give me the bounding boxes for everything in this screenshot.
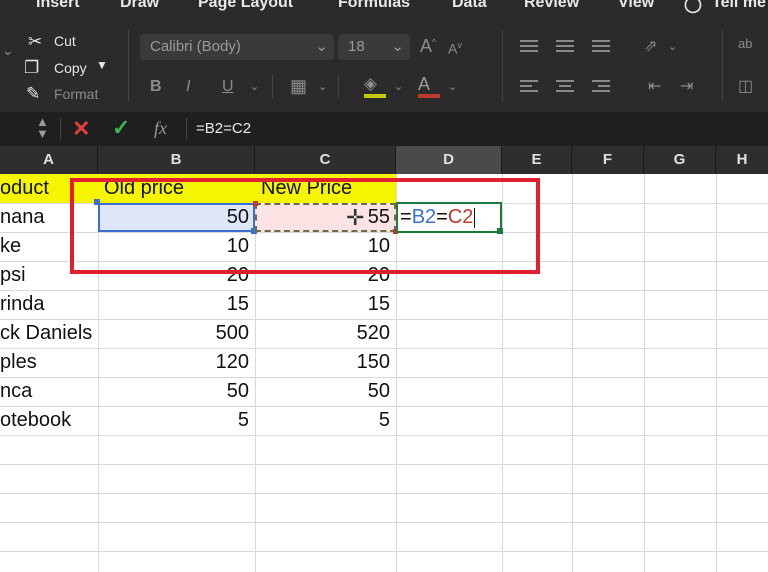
cell-c6[interactable]: 520 <box>255 319 396 348</box>
cell-c7[interactable]: 150 <box>255 348 396 377</box>
underline-button[interactable]: U <box>222 78 234 96</box>
column-header-d[interactable]: D <box>396 146 502 174</box>
underline-chevron-icon[interactable]: ⌄ <box>250 80 259 93</box>
column-header-f[interactable]: F <box>572 146 644 174</box>
cut-button[interactable]: Cut <box>54 33 76 49</box>
formula-input[interactable]: =B2=C2 <box>196 120 251 137</box>
increase-indent-icon[interactable]: ⇥ <box>680 76 693 96</box>
cell-c9[interactable]: 5 <box>255 406 396 435</box>
annotation-box <box>70 178 540 274</box>
cancel-icon[interactable]: ✕ <box>72 116 90 142</box>
gridline <box>0 522 768 523</box>
cell-b6[interactable]: 500 <box>98 319 255 348</box>
divider <box>722 30 723 102</box>
font-size-select[interactable]: 18 ⌄ <box>338 34 410 60</box>
column-header-a[interactable]: A <box>0 146 98 174</box>
gridline <box>572 174 573 572</box>
chevron-down-icon[interactable]: ⌄ <box>2 42 14 59</box>
column-header-g[interactable]: G <box>644 146 716 174</box>
divider <box>272 74 273 98</box>
borders-chevron-icon[interactable]: ⌄ <box>318 80 327 93</box>
column-header-c[interactable]: C <box>255 146 396 174</box>
column-header-b[interactable]: B <box>98 146 255 174</box>
gridline <box>716 174 717 572</box>
ribbon: Insert Draw Page Layout Formulas Data Re… <box>0 0 768 112</box>
cell-a8[interactable]: nca <box>0 377 98 406</box>
chevron-down-icon: ⌄ <box>391 38 404 55</box>
format-painter-icon: ✎ <box>26 84 41 103</box>
gridline <box>644 174 645 572</box>
decrease-font-icon[interactable]: Av <box>448 40 462 57</box>
formula-bar: ▲ ▼ ✕ ✓ fx =B2=C2 <box>0 112 768 146</box>
gridline <box>0 464 768 465</box>
divider <box>128 30 129 102</box>
lightbulb-icon[interactable]: ◯ <box>684 0 702 14</box>
cell-b9[interactable]: 5 <box>98 406 255 435</box>
enter-icon[interactable]: ✓ <box>112 115 130 141</box>
decrease-indent-icon[interactable]: ⇤ <box>648 76 661 96</box>
orientation-chevron-icon[interactable]: ⌄ <box>668 40 677 53</box>
tab-formulas[interactable]: Formulas <box>338 0 410 12</box>
cell-c5[interactable]: 15 <box>255 290 396 319</box>
tab-data[interactable]: Data <box>452 0 487 12</box>
copy-button[interactable]: Copy <box>54 60 87 76</box>
tab-page-layout[interactable]: Page Layout <box>198 0 293 12</box>
italic-button[interactable]: I <box>186 78 190 96</box>
increase-font-icon[interactable]: A^ <box>420 36 436 57</box>
column-header-e[interactable]: E <box>502 146 572 174</box>
copy-chevron-icon[interactable]: ▼ <box>96 58 108 72</box>
chevron-down-icon: ⌄ <box>315 38 328 55</box>
borders-icon[interactable]: ▦ <box>290 76 307 97</box>
fill-chevron-icon[interactable]: ⌄ <box>394 80 403 93</box>
copy-icon: ❐ <box>24 58 40 77</box>
cell-a5[interactable]: rinda <box>0 290 98 319</box>
cell-a6[interactable]: ck Daniels <box>0 319 98 348</box>
font-color-icon[interactable]: A <box>418 74 430 95</box>
font-color-swatch <box>418 94 440 98</box>
divider <box>60 118 61 140</box>
column-header-h[interactable]: H <box>716 146 768 174</box>
tab-insert[interactable]: Insert <box>36 0 80 12</box>
tab-tell-me[interactable]: Tell me <box>712 0 766 12</box>
gridline <box>0 493 768 494</box>
wrap-text-icon[interactable]: ab <box>738 36 752 51</box>
cell-b8[interactable]: 50 <box>98 377 255 406</box>
font-color-chevron-icon[interactable]: ⌄ <box>448 80 457 93</box>
bold-button[interactable]: B <box>150 78 162 96</box>
cell-b7[interactable]: 120 <box>98 348 255 377</box>
font-name-select[interactable]: Calibri (Body) ⌄ <box>140 34 334 60</box>
insert-function-button[interactable]: fx <box>154 118 167 139</box>
fill-color-icon[interactable]: ◈ <box>364 74 377 94</box>
tab-review[interactable]: Review <box>524 0 579 12</box>
scissors-icon: ✂ <box>28 32 43 51</box>
divider <box>502 30 503 102</box>
cell-a7[interactable]: ples <box>0 348 98 377</box>
column-headers: A B C D E F G H <box>0 146 768 174</box>
divider <box>186 118 187 140</box>
orientation-icon[interactable]: ⇗ <box>644 36 657 56</box>
gridline <box>0 435 768 436</box>
cell-a9[interactable]: otebook <box>0 406 98 435</box>
gridline <box>0 551 768 552</box>
name-box-stepper[interactable]: ▲ ▼ <box>36 115 49 140</box>
cell-b5[interactable]: 15 <box>98 290 255 319</box>
font-name-value: Calibri (Body) <box>150 38 241 55</box>
merge-center-icon[interactable]: ◫ <box>738 76 753 96</box>
tab-draw[interactable]: Draw <box>120 0 159 12</box>
fill-color-swatch <box>364 94 386 98</box>
tab-view[interactable]: View <box>618 0 654 12</box>
cell-c8[interactable]: 50 <box>255 377 396 406</box>
format-painter-button[interactable]: Format <box>54 86 98 102</box>
divider <box>338 74 339 98</box>
font-size-value: 18 <box>348 38 365 55</box>
